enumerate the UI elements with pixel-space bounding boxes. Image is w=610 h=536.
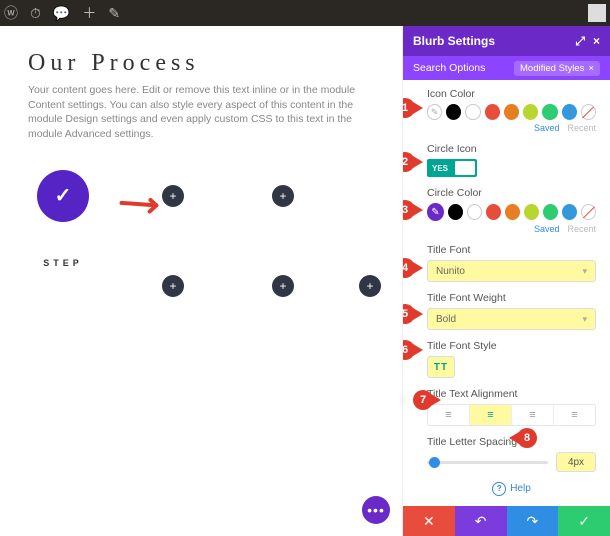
redo-button[interactable]: ↷ <box>507 506 559 536</box>
save-button[interactable]: ✓ <box>558 506 610 536</box>
section-title-font: Title Font Nunito▾ <box>427 244 596 282</box>
avatar[interactable] <box>588 4 606 22</box>
callout-3: 3 <box>403 200 423 220</box>
swatch[interactable] <box>524 204 539 220</box>
swatch[interactable] <box>542 104 557 120</box>
letter-spacing-value[interactable]: 4px <box>556 452 596 472</box>
align-right-icon[interactable]: ≡ <box>512 405 554 425</box>
blurb-caption-cell: STEP <box>43 258 83 268</box>
section-icon-color: Icon Color ✎ Saved Recent <box>427 88 596 133</box>
check-icon <box>37 170 89 222</box>
search-options[interactable]: Search Options <box>413 62 485 74</box>
editor-preview: Our Process Your content goes here. Edit… <box>0 26 402 536</box>
swatch[interactable] <box>543 204 558 220</box>
help-link[interactable]: Help <box>427 482 596 496</box>
label-title-font: Title Font <box>427 244 596 256</box>
circle-icon-toggle[interactable]: YES <box>427 159 477 177</box>
label-title-style: Title Font Style <box>427 340 596 352</box>
callout-5: 5 <box>403 304 423 324</box>
section-circle-color: Circle Color ✎ Saved Recent <box>427 187 596 234</box>
swatch-none[interactable] <box>581 104 596 120</box>
panel-title: Blurb Settings <box>413 34 495 48</box>
section-title-style: Title Font Style TT <box>427 340 596 378</box>
wordpress-icon[interactable]: ⓦ <box>4 3 18 23</box>
page-settings-fab[interactable]: ••• <box>362 496 390 524</box>
swatch[interactable] <box>523 104 538 120</box>
recent-link[interactable]: Recent <box>567 224 596 234</box>
panel-content: Icon Color ✎ Saved Recent Circle Icon <box>403 80 610 506</box>
panel-footer: ✕ ↶ ↷ ✓ <box>403 506 610 536</box>
eyedropper-icon[interactable]: ✎ <box>427 203 444 221</box>
step-caption: STEP <box>43 258 83 268</box>
swatch[interactable] <box>486 204 501 220</box>
section-circle-icon: Circle Icon YES <box>427 143 596 177</box>
swatch[interactable] <box>505 204 520 220</box>
page-description[interactable]: Your content goes here. Edit or remove t… <box>28 83 358 142</box>
callout-8: 8 <box>509 428 537 448</box>
letter-spacing-slider[interactable] <box>427 461 548 464</box>
settings-panel: Blurb Settings ⤢ × Search Options Modifi… <box>402 26 610 536</box>
label-title-align: Title Text Alignment <box>427 388 596 400</box>
callout-4: 4 <box>403 258 423 278</box>
blurb-module[interactable] <box>272 185 294 207</box>
callout-1: 1 <box>403 98 423 118</box>
swatch-none[interactable] <box>581 204 596 220</box>
swatch[interactable] <box>446 104 461 120</box>
expand-icon[interactable]: ⤢ <box>575 34 585 49</box>
admin-bar: ⓦ ⏱ 💬 ＋ ✎ <box>0 0 610 26</box>
slider-thumb[interactable] <box>429 457 440 468</box>
saved-link[interactable]: Saved <box>534 123 560 133</box>
swatch[interactable] <box>467 204 482 220</box>
align-justify-icon[interactable]: ≡ <box>554 405 595 425</box>
section-title-weight: Title Font Weight Bold▾ <box>427 292 596 330</box>
panel-subheader: Search Options Modified Styles× <box>403 56 610 80</box>
swatch[interactable] <box>465 104 480 120</box>
icon-color-swatches: ✎ <box>427 104 596 120</box>
blurb-grid: STEP <box>28 156 382 416</box>
label-icon-color: Icon Color <box>427 88 596 100</box>
blurb-module[interactable] <box>272 275 294 297</box>
callout-6: 6 <box>403 340 423 360</box>
swatch[interactable] <box>448 204 463 220</box>
blurb-module[interactable] <box>162 275 184 297</box>
panel-header: Blurb Settings ⤢ × <box>403 26 610 56</box>
modified-styles-tag[interactable]: Modified Styles× <box>514 61 600 76</box>
edit-icon[interactable]: ✎ <box>108 5 120 22</box>
swatch[interactable] <box>485 104 500 120</box>
alignment-group: ≡ ≡ ≡ ≡ <box>427 404 596 426</box>
circle-color-swatches: ✎ <box>427 203 596 221</box>
section-title-align: Title Text Alignment ≡ ≡ ≡ ≡ <box>427 388 596 426</box>
title-style-uppercase[interactable]: TT <box>427 356 455 378</box>
label-circle-icon: Circle Icon <box>427 143 596 155</box>
saved-link[interactable]: Saved <box>534 224 560 234</box>
swatch[interactable] <box>562 104 577 120</box>
blurb-module[interactable] <box>359 275 381 297</box>
callout-2: 2 <box>403 152 423 172</box>
eyedropper-icon[interactable]: ✎ <box>427 104 442 120</box>
add-icon[interactable]: ＋ <box>82 3 96 23</box>
dashboard-icon[interactable]: ⏱ <box>30 5 41 22</box>
label-circle-color: Circle Color <box>427 187 596 199</box>
blurb-module-active[interactable] <box>37 170 89 222</box>
undo-button[interactable]: ↶ <box>455 506 507 536</box>
close-icon[interactable]: × <box>593 34 600 49</box>
page-title[interactable]: Our Process <box>28 50 382 77</box>
swatch[interactable] <box>504 104 519 120</box>
label-title-weight: Title Font Weight <box>427 292 596 304</box>
title-font-select[interactable]: Nunito▾ <box>427 260 596 282</box>
align-center-icon[interactable]: ≡ <box>470 405 512 425</box>
recent-link[interactable]: Recent <box>567 123 596 133</box>
comment-icon[interactable]: 💬 <box>53 5 70 22</box>
swatch[interactable] <box>562 204 577 220</box>
title-weight-select[interactable]: Bold▾ <box>427 308 596 330</box>
discard-button[interactable]: ✕ <box>403 506 455 536</box>
callout-7: 7 <box>413 390 441 410</box>
